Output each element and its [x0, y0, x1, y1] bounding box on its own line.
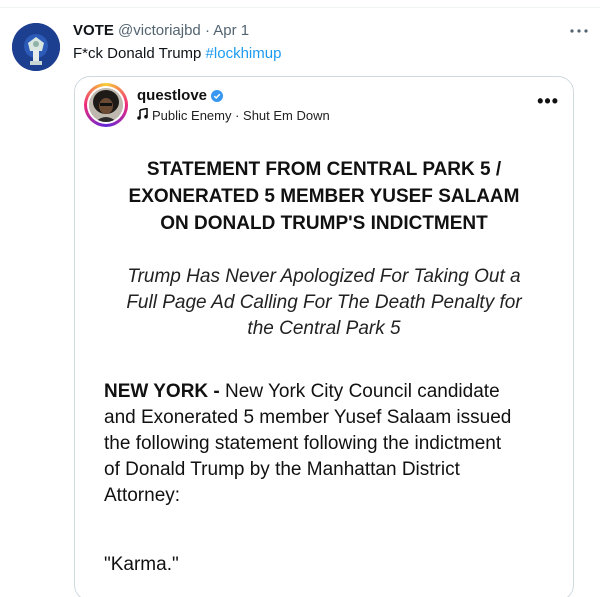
body-line-text: New York City Council candidate [219, 381, 500, 402]
tweet-timestamp[interactable]: Apr 1 [213, 22, 249, 39]
display-name[interactable]: VOTE [73, 22, 114, 39]
verified-badge-icon [211, 90, 223, 102]
more-horizontal-icon[interactable]: ••• [537, 91, 559, 112]
post-username[interactable]: questlove [137, 87, 207, 104]
body-line: and Exonerated 5 member Yusef Salaam iss… [104, 407, 512, 428]
avatar-photo [89, 88, 123, 122]
post-audio[interactable]: Public Enemy · Shut Em Down [137, 108, 330, 123]
user-handle[interactable]: @victoriajbd [118, 22, 201, 39]
statement-quote: "Karma." [104, 554, 179, 575]
quoted-media[interactable]: questlove Public Enemy · Shut Em Down ••… [74, 76, 574, 597]
statement-subtitle: Trump Has Never Apologized For Taking Ou… [85, 264, 563, 342]
tweet-header: VOTE @victoriajbd · Apr 1 [73, 22, 249, 42]
title-line: EXONERATED 5 MEMBER YUSEF SALAAM [128, 186, 520, 207]
body-line: NEW YORK - New York City Council candida… [104, 379, 564, 405]
tweet-text: F*ck Donald Trump #lockhimup [73, 45, 281, 62]
body-line: Attorney: [104, 485, 181, 506]
separator-dot: · [204, 22, 210, 39]
statement-title: STATEMENT FROM CENTRAL PARK 5 / EXONERAT… [75, 156, 573, 237]
subtitle-line: the Central Park 5 [247, 318, 401, 339]
statement-body: NEW YORK - New York City Council candida… [104, 379, 564, 509]
body-line: of Donald Trump by the Manhattan Distric… [104, 459, 460, 480]
music-note-icon [137, 108, 148, 120]
avatar[interactable] [12, 23, 60, 71]
title-line: STATEMENT FROM CENTRAL PARK 5 / [146, 159, 502, 180]
tweet-text-body: F*ck Donald Trump [73, 45, 206, 62]
title-line: ON DONALD TRUMP'S INDICTMENT [160, 213, 488, 234]
more-horizontal-icon[interactable] [568, 24, 590, 38]
body-line: the following statement following the in… [104, 433, 502, 454]
hashtag-link[interactable]: #lockhimup [206, 45, 282, 62]
statue-of-liberty-icon [12, 23, 60, 71]
song-title: Public Enemy · Shut Em Down [152, 108, 330, 123]
subtitle-line: Full Page Ad Calling For The Death Penal… [126, 292, 522, 313]
tweet[interactable]: VOTE @victoriajbd · Apr 1 F*ck Donald Tr… [0, 8, 600, 597]
instagram-post-header: questlove Public Enemy · Shut Em Down ••… [75, 77, 573, 135]
questlove-avatar [87, 86, 125, 124]
timeline-divider [0, 0, 600, 8]
story-ring [84, 83, 128, 127]
dateline: NEW YORK - [104, 381, 220, 402]
subtitle-line: Trump Has Never Apologized For Taking Ou… [127, 266, 521, 287]
